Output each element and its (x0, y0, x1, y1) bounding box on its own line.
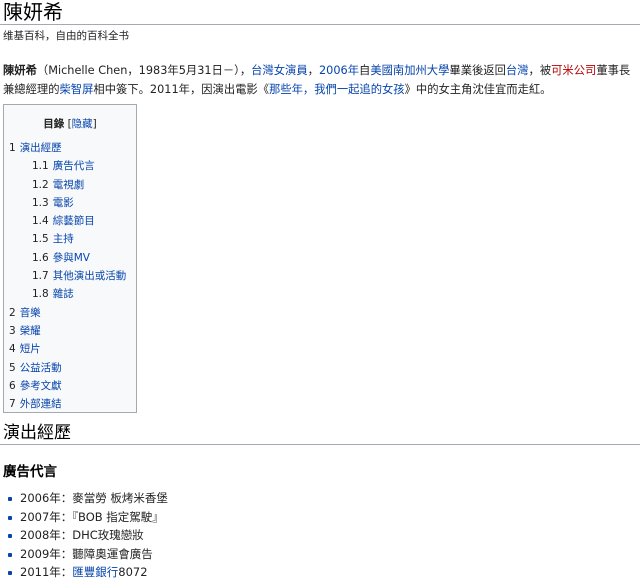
bullet-icon (8, 534, 12, 539)
page-title: 陳妍希 (0, 0, 640, 25)
list-item: 2011年：匯豐銀行8072 (0, 563, 168, 582)
link-taiwan-actress[interactable]: 台灣女演員 (251, 64, 308, 77)
bullet-icon (8, 497, 12, 501)
toc-item[interactable]: 1.2 電視劇 (4, 176, 136, 194)
subsection-heading: 廣告代言 (3, 464, 57, 480)
toc-item[interactable]: 6 參考文獻 (4, 377, 136, 395)
list-item: 2006年：麥當勞 板烤米香堡 (0, 489, 168, 508)
toc-title: 目錄 [隐藏] (43, 118, 97, 130)
link-comic-company[interactable]: 可米公司 (551, 64, 596, 77)
toc-hide-toggle[interactable]: 隐藏 (72, 118, 93, 130)
toc-item[interactable]: 4 短片 (4, 340, 136, 358)
link-hsbc[interactable]: 匯豐銀行 (72, 565, 118, 579)
lead-text: 相中簽下。2011年，因演出電影《 (93, 83, 270, 96)
toc-item[interactable]: 1.6 參與MV (4, 249, 136, 267)
table-of-contents: 目錄 [隐藏] 1 演出經歷 1.1 廣告代言 1.2 電視劇 1.3 電影 1.4 綜藝… (3, 104, 137, 413)
toc-item[interactable]: 2 音樂 (4, 304, 136, 322)
lead-text: ， (307, 64, 319, 77)
toc-item[interactable]: 5 公益活動 (4, 359, 136, 377)
toc-title-label: 目錄 (43, 118, 65, 130)
link-film[interactable]: 那些年，我們一起追的女孩 (269, 83, 405, 96)
list-item: 2007年：『BOB 指定駕駛』 (0, 508, 168, 527)
toc-item[interactable]: 1.8 雜誌 (4, 285, 136, 303)
lead-text: ，被 (528, 64, 552, 77)
toc-item[interactable]: 1.3 電影 (4, 194, 136, 212)
toc-item[interactable]: 3 榮耀 (4, 322, 136, 340)
toc-item[interactable]: 1.4 綜藝節目 (4, 212, 136, 230)
ads-list: 2006年：麥當勞 板烤米香堡 2007年：『BOB 指定駕駛』 2008年：D… (0, 489, 168, 582)
lead-text: 畢業後返回 (449, 64, 506, 77)
toc-item[interactable]: 1.1 廣告代言 (4, 157, 136, 175)
section-heading: 演出經歷 (0, 421, 640, 445)
bullet-icon (8, 515, 12, 520)
lead-text: 自 (359, 64, 371, 77)
list-item: 2009年：聽障奧運會廣告 (0, 545, 168, 564)
toc-item[interactable]: 1 演出經歷 (4, 139, 136, 157)
toc-item[interactable]: 1.5 主持 (4, 230, 136, 248)
list-item: 2008年：DHC玫瑰戀妝 (0, 526, 168, 545)
lead-text: 》中的女主角沈佳宜而走紅。 (404, 83, 552, 96)
toc-item[interactable]: 7 外部連結 (4, 395, 136, 413)
lead-text: （Michelle Chen，1983年5月31日－）， (36, 64, 252, 77)
link-taiwan[interactable]: 台灣 (506, 64, 529, 77)
bullet-icon (8, 552, 12, 557)
toc-list: 1 演出經歷 1.1 廣告代言 1.2 電視劇 1.3 電影 1.4 綜藝節目 1.5 主持… (4, 139, 136, 413)
site-tagline: 维基百科，自由的百科全书 (3, 30, 129, 42)
toc-item[interactable]: 1.7 其他演出或活動 (4, 267, 136, 285)
subject-name: 陳妍希 (3, 64, 37, 77)
link-2006[interactable]: 2006年 (319, 64, 359, 77)
bullet-icon (8, 571, 12, 576)
link-ucla[interactable]: 美國南加州大學 (370, 64, 449, 77)
article-page: 陳妍希 维基百科，自由的百科全书 陳妍希（Michelle Chen，1983年… (0, 0, 640, 579)
lead-paragraph: 陳妍希（Michelle Chen，1983年5月31日－），台灣女演員，200… (0, 61, 640, 99)
link-chai-chih-ping[interactable]: 柴智屏 (60, 83, 94, 96)
